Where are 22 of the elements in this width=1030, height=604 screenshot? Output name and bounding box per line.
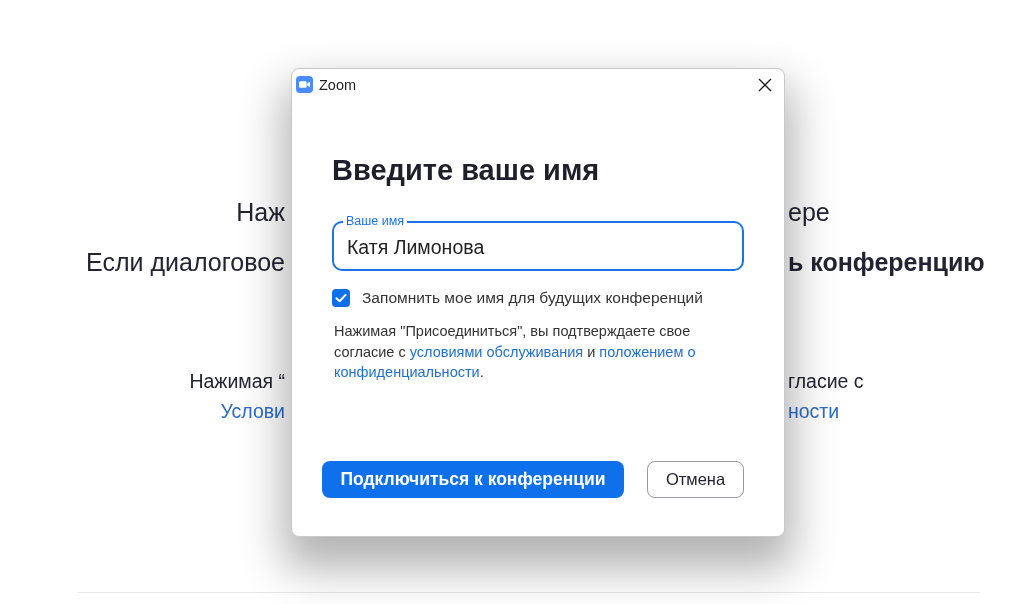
close-icon	[758, 77, 772, 92]
page-link[interactable]: ности	[785, 400, 840, 423]
page-text: Нажимая “	[189, 370, 286, 393]
page-text: ере	[787, 198, 830, 226]
notice-link[interactable]: положением о	[599, 343, 696, 360]
page-text: ь конференцию	[787, 248, 985, 276]
terms-notice: Нажимая "Присоединиться", вы подтверждаете свое согласие с условиями обслуживания и положением о конфиденциальности.	[334, 322, 697, 382]
close-button[interactable]	[758, 77, 772, 92]
field-label: Ваше имя	[343, 214, 408, 228]
page-link[interactable]: Услови	[220, 400, 291, 423]
cancel-button[interactable]: Отмена	[647, 460, 744, 498]
join-button[interactable]: Подключиться к конференции	[322, 460, 624, 498]
notice-link[interactable]: конфиденциальности	[334, 364, 480, 380]
dialog-heading: Введите ваше имя	[332, 154, 600, 186]
page-text: Наж	[236, 198, 286, 226]
window-title: Zoom	[319, 76, 357, 93]
page-text: Если диалоговое	[86, 248, 286, 276]
notice-link[interactable]: условиями обслуживания	[409, 343, 584, 360]
checkbox-label: Запомнить мое имя для будущих конференций	[362, 289, 703, 307]
page-text: гласие с	[787, 370, 864, 393]
checkbox[interactable]	[332, 289, 350, 307]
video-camera-icon	[296, 76, 313, 93]
